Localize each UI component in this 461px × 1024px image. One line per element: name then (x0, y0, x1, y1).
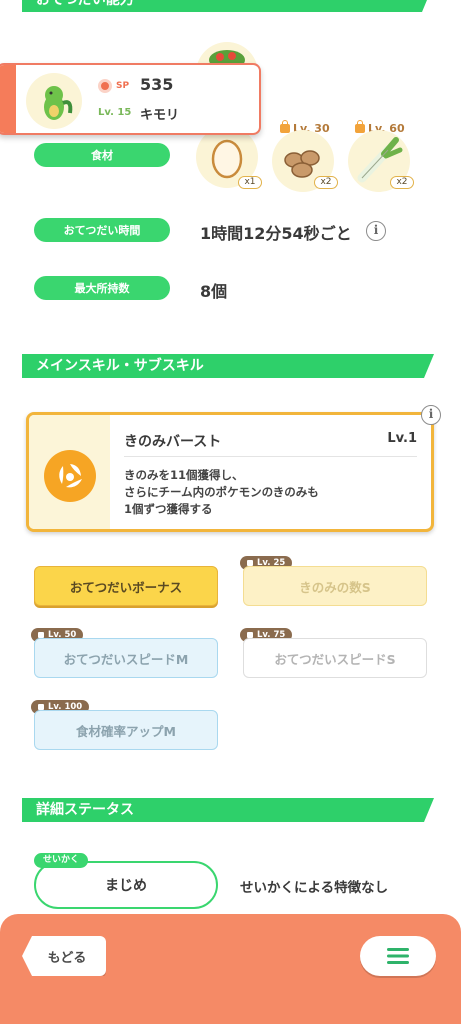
section-title: 詳細ステータス (36, 802, 134, 818)
pokemon-name: キモリ (140, 108, 180, 123)
pokemon-summary-popup[interactable]: SP 535 Lv. 15 キモリ (0, 63, 261, 135)
section-title: メインスキル・サブスキル (36, 358, 204, 374)
sub-skill-label: おてつだいスピードM (63, 651, 189, 667)
section-header-detailed-status: 詳細ステータス (22, 798, 434, 822)
back-button-label: もどる (47, 950, 87, 966)
ingredient-nuts-count: x2 (314, 176, 338, 189)
sp-icon (98, 79, 112, 93)
main-skill-description: きのみを11個獲得し、 さらにチーム内のポケモンのきのみも 1個ずつ獲得する (124, 468, 319, 516)
sp-value: 535 (140, 75, 174, 94)
section-title: おてつだい能力 (36, 0, 134, 8)
help-time-info-icon[interactable]: i (366, 221, 386, 241)
main-skill-card[interactable]: きのみバースト Lv.1 きのみを11個獲得し、 さらにチーム内のポケモンのきの… (26, 412, 434, 532)
nature-tag: せいかく (34, 853, 89, 868)
section-header-helping-ability: おてつだい能力 (22, 0, 432, 12)
nature-effect: せいかくによる特徴なし (240, 880, 389, 896)
sub-skill-ingredient-finder-m[interactable]: 食材確率アップM (34, 710, 218, 750)
sub-skill-helping-speed-m[interactable]: おてつだいスピードM (34, 638, 218, 678)
sub-skill-helping-speed-s[interactable]: おてつだいスピードS (243, 638, 427, 678)
max-carry-label: 最大所持数 (34, 276, 170, 300)
ingredient-leek-count: x2 (390, 176, 414, 189)
hamburger-menu-button[interactable] (360, 936, 436, 976)
back-button[interactable]: もどる (22, 936, 106, 976)
sp-label: SP (116, 81, 130, 91)
max-carry-value: 8個 (200, 282, 228, 301)
sub-skill-label: おてつだいボーナス (69, 579, 183, 595)
sub-skill-label: 食材確率アップM (76, 723, 176, 739)
sp-badge: SP (98, 79, 129, 93)
popup-accent-stripe (0, 65, 16, 133)
ingredients-label: 食材 (34, 143, 170, 167)
divider (124, 456, 417, 457)
bottom-bar: もどる (0, 914, 461, 1024)
berry-burst-icon (44, 450, 96, 502)
main-skill-name: きのみバースト (124, 434, 222, 450)
hamburger-menu-icon (387, 948, 409, 964)
main-skill-info-icon[interactable]: i (421, 405, 441, 425)
pokemon-avatar (26, 73, 82, 129)
help-time-label: おてつだい時間 (34, 218, 170, 242)
nature-value: まじめ (105, 878, 147, 894)
main-skill-level: Lv.1 (387, 431, 417, 446)
nature-box[interactable]: まじめ (34, 861, 218, 909)
help-time-value: 1時間12分54秒ごと (200, 224, 352, 243)
sub-skill-berry-count-s[interactable]: きのみの数S (243, 566, 427, 606)
sub-skill-label: きのみの数S (299, 579, 371, 595)
sub-skill-label: おてつだいスピードS (274, 651, 396, 667)
ingredient-egg-count: x1 (238, 176, 262, 189)
pokemon-level: Lv. 15 (98, 107, 132, 118)
section-header-skills: メインスキル・サブスキル (22, 354, 434, 378)
sub-skill-helping-bonus[interactable]: おてつだいボーナス (34, 566, 218, 606)
